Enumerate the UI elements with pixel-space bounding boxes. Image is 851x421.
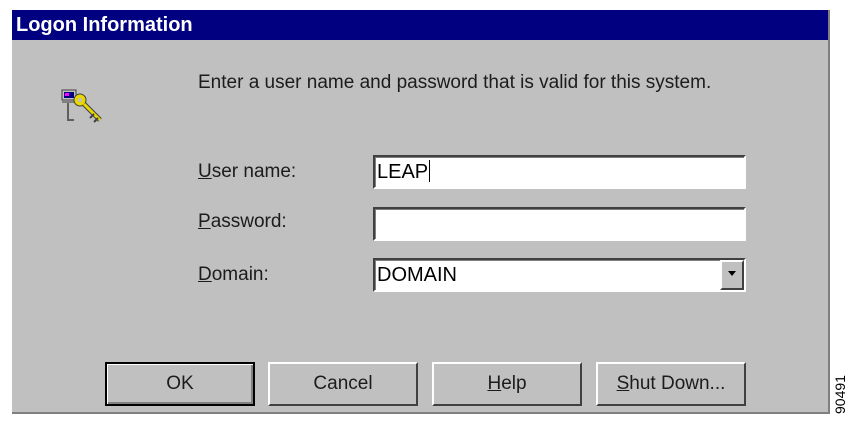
shut-down-button-accel: S (616, 373, 630, 394)
figure-id: 90491 (832, 375, 848, 414)
ok-button[interactable]: OK (105, 362, 255, 406)
domain-label: Domain: (198, 264, 269, 286)
password-label-rest: assword: (210, 211, 287, 232)
text-caret (429, 160, 431, 182)
shut-down-button-rest: hut Down... (629, 373, 726, 394)
username-field[interactable]: LEAP (373, 155, 746, 189)
domain-select[interactable]: DOMAIN (373, 258, 746, 292)
dialog-title: Logon Information (16, 14, 193, 36)
domain-value: DOMAIN (377, 264, 457, 286)
shut-down-button[interactable]: Shut Down... (596, 362, 746, 406)
instruction-text: Enter a user name and password that is v… (198, 72, 712, 93)
username-label-accel: U (198, 161, 212, 182)
logon-dialog: Logon Information Enter a user name and … (12, 10, 830, 414)
key-logon-icon (56, 86, 108, 132)
password-label: Password: (198, 211, 287, 233)
password-label-accel: P (198, 211, 211, 232)
cancel-button[interactable]: Cancel (268, 362, 418, 406)
help-button-rest: elp (501, 373, 527, 394)
dialog-title-bar[interactable]: Logon Information (12, 10, 828, 40)
help-button[interactable]: Help (432, 362, 582, 406)
password-field[interactable] (373, 207, 746, 241)
domain-dropdown-button[interactable] (720, 260, 744, 290)
username-label: User name: (198, 161, 296, 183)
username-label-rest: ser name: (211, 161, 297, 182)
help-button-accel: H (487, 373, 502, 394)
chevron-down-icon (728, 271, 736, 276)
username-value: LEAP (377, 161, 429, 183)
domain-label-accel: D (198, 264, 212, 285)
domain-label-rest: omain: (211, 264, 269, 285)
